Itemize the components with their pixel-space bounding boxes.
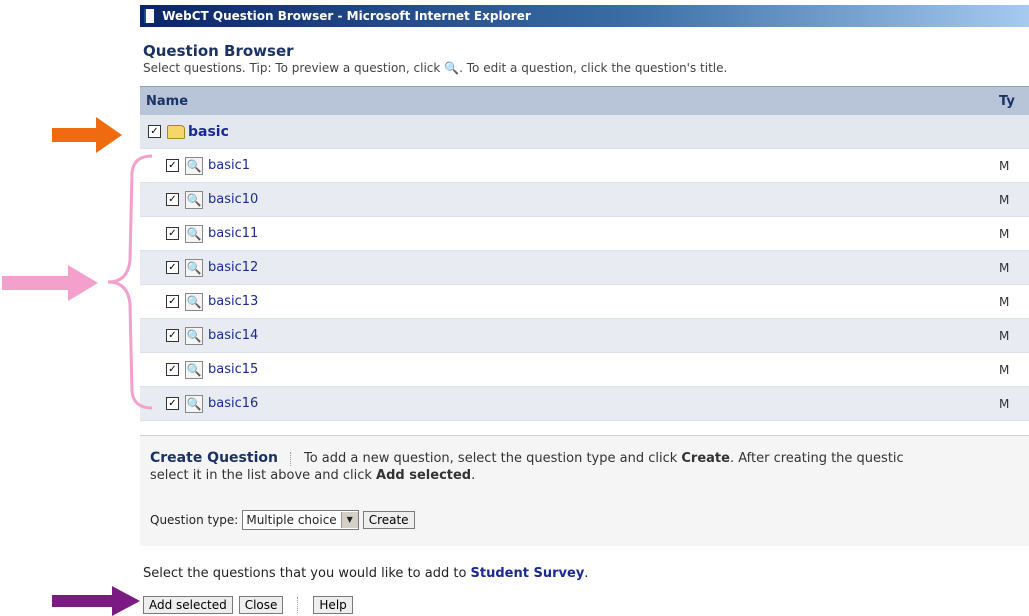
close-button[interactable]: Close xyxy=(238,596,284,614)
footer-text: Select the questions that you would like… xyxy=(143,566,471,581)
divider xyxy=(289,451,292,466)
add-selected-bold: Add selected xyxy=(376,468,472,483)
question-type-cell: M xyxy=(999,362,1010,377)
footer-text-after: . xyxy=(584,566,589,581)
question-row[interactable]: ✓ 🔍 basic14 M xyxy=(140,319,1029,353)
footer-buttons: Add selected Close Help xyxy=(143,596,359,614)
question-row[interactable]: ✓ 🔍 basic12 M xyxy=(140,251,1029,285)
preview-magnifier-icon[interactable]: 🔍 xyxy=(185,360,203,379)
create-instructions-line1: Create Question To add a new question, se… xyxy=(150,450,904,466)
question-checkbox[interactable]: ✓ xyxy=(166,329,179,342)
question-type-cell: M xyxy=(999,328,1010,343)
question-title-link[interactable]: basic15 xyxy=(208,362,258,377)
ie-icon xyxy=(144,9,154,23)
folder-icon xyxy=(167,124,185,139)
question-type-cell: M xyxy=(999,226,1010,241)
question-row[interactable]: ✓ 🔍 basic1 M xyxy=(140,149,1029,183)
preview-magnifier-icon[interactable]: 🔍 xyxy=(185,394,203,413)
question-checkbox[interactable]: ✓ xyxy=(166,261,179,274)
tip-after: . To edit a question, click the question… xyxy=(459,61,728,75)
question-title-link[interactable]: basic12 xyxy=(208,260,258,275)
question-type-select[interactable]: Multiple choice ▼ xyxy=(242,510,359,530)
magnifier-icon: 🔍 xyxy=(444,61,460,75)
question-checkbox[interactable]: ✓ xyxy=(166,295,179,308)
add-selected-button[interactable]: Add selected xyxy=(143,596,233,614)
question-title-link[interactable]: basic1 xyxy=(208,158,250,173)
tip-text: Select questions. Tip: To preview a ques… xyxy=(143,60,727,76)
pink-arrow-annotation xyxy=(2,265,98,301)
question-checkbox[interactable]: ✓ xyxy=(166,227,179,240)
question-title-link[interactable]: basic11 xyxy=(208,226,258,241)
folder-row[interactable]: ✓ basic xyxy=(140,115,1029,149)
folder-checkbox[interactable]: ✓ xyxy=(148,125,161,138)
question-type-cell: M xyxy=(999,260,1010,275)
question-checkbox[interactable]: ✓ xyxy=(166,363,179,376)
column-header-type[interactable]: Ty xyxy=(995,94,1029,109)
create-text: To add a new question, select the questi… xyxy=(303,451,682,466)
create-question-panel: Create Question To add a new question, se… xyxy=(140,435,1029,546)
question-row[interactable]: ✓ 🔍 basic15 M xyxy=(140,353,1029,387)
question-row[interactable]: ✓ 🔍 basic11 M xyxy=(140,217,1029,251)
question-checkbox[interactable]: ✓ xyxy=(166,397,179,410)
help-button[interactable]: Help xyxy=(313,596,353,614)
preview-magnifier-icon[interactable]: 🔍 xyxy=(185,224,203,243)
preview-magnifier-icon[interactable]: 🔍 xyxy=(185,258,203,277)
dropdown-arrow-icon[interactable]: ▼ xyxy=(340,512,358,528)
purple-arrow-annotation xyxy=(52,586,140,616)
question-type-row: Question type: Multiple choice ▼ Create xyxy=(150,510,415,530)
question-checkbox[interactable]: ✓ xyxy=(166,159,179,172)
tip-before: Select questions. Tip: To preview a ques… xyxy=(143,61,445,75)
survey-name: Student Survey xyxy=(470,566,585,581)
create-question-heading: Create Question xyxy=(150,450,278,466)
question-row[interactable]: ✓ 🔍 basic13 M xyxy=(140,285,1029,319)
create-text2: select it in the list above and click xyxy=(150,468,377,483)
window-title: WebCT Question Browser - Microsoft Inter… xyxy=(162,9,531,23)
question-checkbox[interactable]: ✓ xyxy=(166,193,179,206)
window-titlebar: WebCT Question Browser - Microsoft Inter… xyxy=(140,5,1029,27)
divider xyxy=(297,597,299,613)
column-header-name[interactable]: Name xyxy=(140,94,995,109)
preview-magnifier-icon[interactable]: 🔍 xyxy=(185,156,203,175)
create-bold: Create xyxy=(681,451,730,466)
question-title-link[interactable]: basic14 xyxy=(208,328,258,343)
browser-window: WebCT Question Browser - Microsoft Inter… xyxy=(140,0,1029,615)
question-title-link[interactable]: basic10 xyxy=(208,192,258,207)
preview-magnifier-icon[interactable]: 🔍 xyxy=(185,292,203,311)
question-type-cell: M xyxy=(999,158,1010,173)
create-text-after: . After creating the questic xyxy=(729,451,904,466)
question-type-cell: M xyxy=(999,396,1010,411)
footer-instructions: Select the questions that you would like… xyxy=(143,566,588,581)
question-type-cell: M xyxy=(999,294,1010,309)
create-button[interactable]: Create xyxy=(362,511,415,529)
create-text2-after: . xyxy=(471,468,476,483)
question-grid: Name Ty ✓ basic ✓ 🔍 basic1 M ✓ 🔍 basic10 M ✓ 🔍 bas… xyxy=(140,86,1029,421)
orange-arrow-annotation xyxy=(52,117,122,153)
page-header: Question Browser Select questions. Tip: … xyxy=(143,42,727,76)
question-type-cell: M xyxy=(999,192,1010,207)
question-title-link[interactable]: basic16 xyxy=(208,396,258,411)
preview-magnifier-icon[interactable]: 🔍 xyxy=(185,190,203,209)
grid-header: Name Ty xyxy=(140,86,1029,115)
pink-brace-annotation xyxy=(107,154,153,410)
question-row[interactable]: ✓ 🔍 basic10 M xyxy=(140,183,1029,217)
question-title-link[interactable]: basic13 xyxy=(208,294,258,309)
question-row[interactable]: ✓ 🔍 basic16 M xyxy=(140,387,1029,421)
question-type-label: Question type: xyxy=(150,513,239,527)
page-title: Question Browser xyxy=(143,42,294,60)
question-type-value: Multiple choice xyxy=(246,513,337,527)
create-instructions-line2: select it in the list above and click Ad… xyxy=(150,468,475,483)
folder-label[interactable]: basic xyxy=(188,124,229,140)
preview-magnifier-icon[interactable]: 🔍 xyxy=(185,326,203,345)
